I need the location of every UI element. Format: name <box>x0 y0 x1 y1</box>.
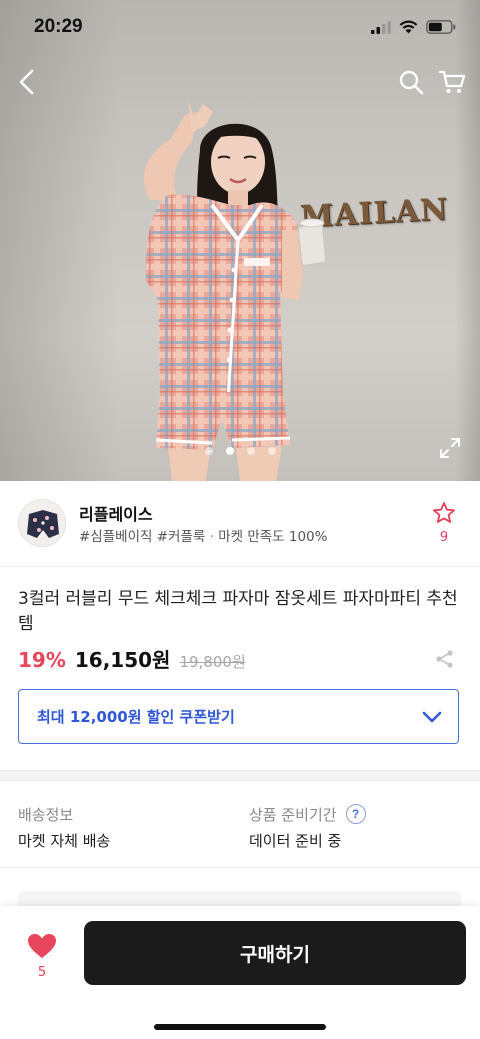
carousel-dot[interactable] <box>267 447 276 455</box>
buy-button[interactable]: 구매하기 <box>84 921 466 985</box>
status-icons <box>371 20 456 34</box>
search-icon <box>399 70 424 95</box>
back-icon <box>19 69 34 95</box>
discount-rate: 19% <box>18 648 66 672</box>
store-tags: #심플베이직 #커플룩 · 마켓 만족도 100% <box>79 525 327 545</box>
share-icon <box>436 650 453 668</box>
favorite-store-button[interactable]: 9 <box>424 501 464 549</box>
help-icon[interactable]: ? <box>345 804 366 824</box>
search-button[interactable] <box>391 62 431 102</box>
like-button[interactable]: 5 <box>20 933 64 985</box>
carousel-dot[interactable] <box>204 447 213 455</box>
cart-button[interactable] <box>432 62 472 102</box>
sale-price: 16,150원 <box>74 648 171 672</box>
section-divider <box>0 770 480 781</box>
shipping-info-value: 마켓 자체 배송 <box>18 832 111 850</box>
store-tag[interactable]: #심플베이직 <box>79 529 152 545</box>
signal-icon <box>371 20 391 34</box>
divider <box>0 867 480 868</box>
status-time: 20:29 <box>34 16 83 37</box>
separator-dot: · <box>209 529 214 545</box>
like-count: 5 <box>37 965 47 980</box>
battery-icon <box>426 20 456 34</box>
preparation-value: 데이터 준비 중 <box>249 832 342 850</box>
store-logo-image <box>19 500 65 546</box>
shipping-info: 배송정보 마켓 자체 배송 <box>18 804 110 851</box>
share-button[interactable] <box>430 645 460 673</box>
star-icon <box>433 502 455 523</box>
carousel-dot[interactable] <box>246 447 255 455</box>
wifi-icon <box>399 20 418 34</box>
favorite-store-count: 9 <box>439 530 449 545</box>
heart-icon <box>28 934 56 958</box>
back-button[interactable] <box>8 62 48 102</box>
preparation-info: 상품 준비기간 ? 데이터 준비 중 <box>249 804 366 851</box>
bottom-action-bar: 5 구매하기 <box>0 906 480 1039</box>
coupon-label: 최대 12,000원 할인 쿠폰받기 <box>37 708 235 726</box>
preparation-label: 상품 준비기간 <box>249 805 337 824</box>
chevron-down-icon <box>422 711 442 722</box>
product-image-carousel[interactable]: MAILAN 20:29 <box>0 0 480 481</box>
store-info-row[interactable]: 리플레이스 #심플베이직 #커플룩 · 마켓 만족도 100% 9 <box>0 481 480 567</box>
product-title: 3컬러 러블리 무드 체크체크 파자마 잠옷세트 파자마파티 추천템 <box>18 589 458 634</box>
store-tag[interactable]: #커플룩 <box>157 529 206 545</box>
carousel-dot-active[interactable] <box>225 447 234 455</box>
preparation-label-row: 상품 준비기간 ? <box>249 804 366 824</box>
original-price: 19,800원 <box>179 653 246 671</box>
store-name[interactable]: 리플레이스 <box>79 501 153 525</box>
price-row: 19% 16,150원 19,800원 <box>18 644 462 674</box>
carousel-indicator <box>0 447 480 455</box>
shipping-info-label: 배송정보 <box>18 805 74 824</box>
coupon-download-button[interactable]: 최대 12,000원 할인 쿠폰받기 <box>18 689 459 744</box>
cart-icon <box>438 70 466 93</box>
store-avatar[interactable] <box>18 499 66 547</box>
status-bar: 20:29 <box>0 0 480 56</box>
store-satisfaction: 마켓 만족도 100% <box>218 529 328 545</box>
home-indicator <box>154 1024 326 1030</box>
